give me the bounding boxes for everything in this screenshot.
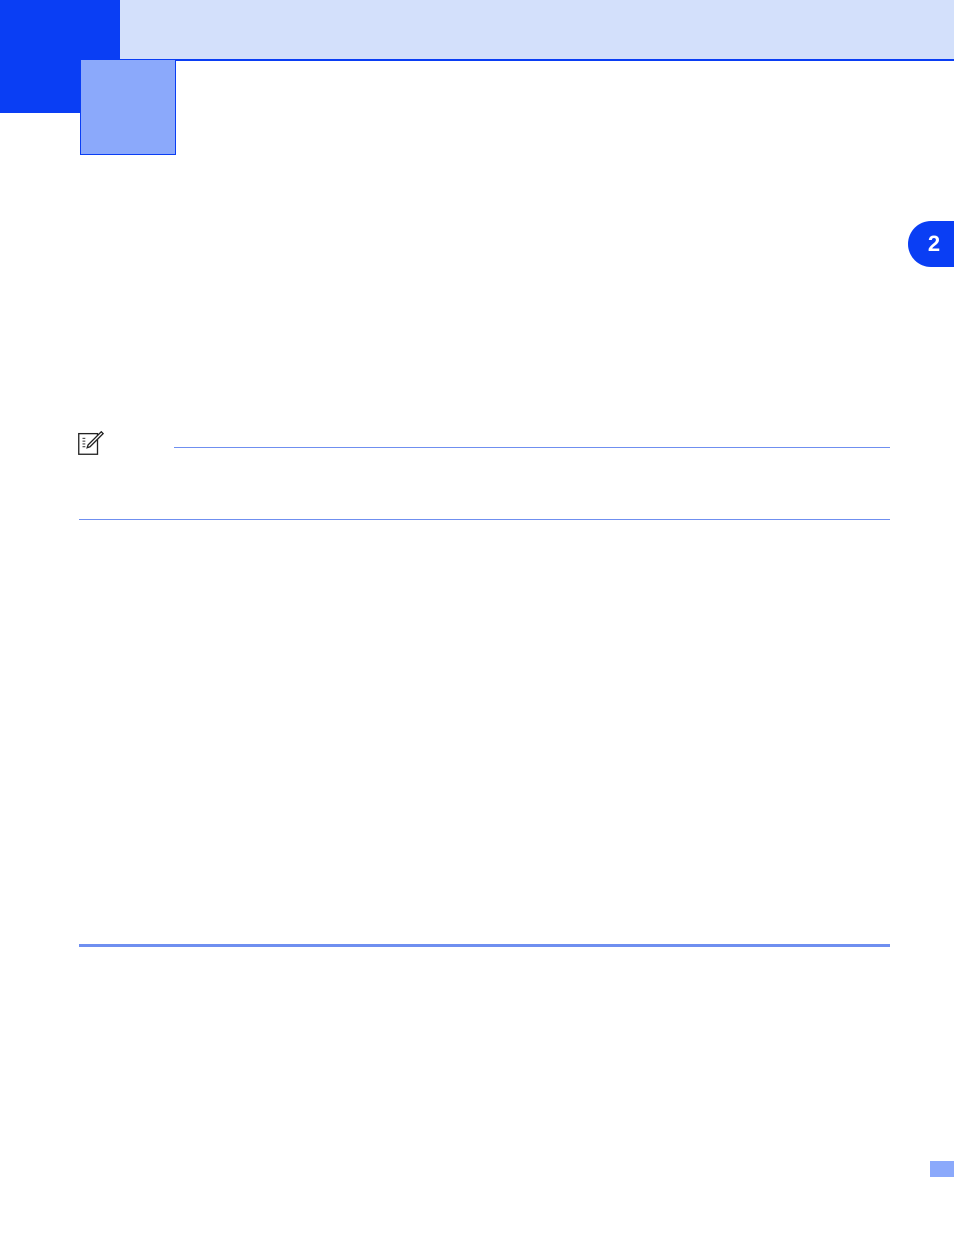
side-tab-label: 2 — [928, 231, 940, 257]
note-body: If you do not wish to, or are unable to … — [79, 460, 890, 505]
chapter-number: 2 — [200, 76, 223, 124]
footer-tab — [930, 1161, 954, 1177]
chapter-subtitle: Network with an Ethernet Cable Connectio… — [255, 118, 671, 141]
example-list: •192.168.1.1 •192.168.1.2 •192.168.1.3 — [103, 1170, 890, 1249]
section-rule — [79, 944, 890, 947]
page-number: 9 — [878, 1156, 886, 1172]
page-content: To use your Brother machine in a network… — [79, 240, 890, 1256]
note-rule-bottom — [79, 519, 890, 520]
section-paragraph-2: An IP address is a series of numbers tha… — [79, 1083, 890, 1128]
example-value-2: 192.168.1.2 — [121, 1199, 198, 1221]
note-rule-top — [174, 447, 890, 448]
chapter-badge — [80, 59, 176, 155]
list-item: •192.168.1.3 — [103, 1227, 890, 1249]
header-banner — [0, 0, 954, 59]
body-paragraph-4: If your machine has already been configu… — [79, 632, 890, 722]
section-paragraph-1: To use the machine in a networked TCP/IP… — [79, 965, 890, 1032]
body-paragraph-6: If you prefer not to use the Brother ins… — [79, 809, 890, 854]
example-value-1: 192.168.1.1 — [121, 1170, 198, 1192]
note-icon — [75, 428, 105, 458]
chapter-title: Setting Up Your Machine on a — [255, 78, 649, 110]
section-heading: IP addresses, subnet masks and gateways — [79, 914, 890, 940]
example-value-3: 192.168.1.3 — [121, 1227, 198, 1249]
list-item: •192.168.1.1 — [103, 1170, 890, 1192]
body-paragraph-3: Before using your Brother machine in a n… — [79, 554, 890, 621]
body-paragraph-5: The Brother installer on the CD-ROM supp… — [79, 732, 890, 799]
subsection-heading: IP address — [79, 1050, 890, 1072]
intro-paragraph-2: We recommend that you use the automatic … — [79, 340, 890, 407]
list-item: •192.168.1.2 — [103, 1199, 890, 1221]
example-label: Example: In a small network, you would n… — [79, 1138, 890, 1160]
side-tab: 2 — [908, 221, 954, 267]
header-rule — [120, 59, 954, 61]
intro-paragraph-1: To use your Brother machine in a network… — [79, 240, 890, 330]
note-block: Note If you do not wish to, or are unabl… — [79, 435, 890, 520]
